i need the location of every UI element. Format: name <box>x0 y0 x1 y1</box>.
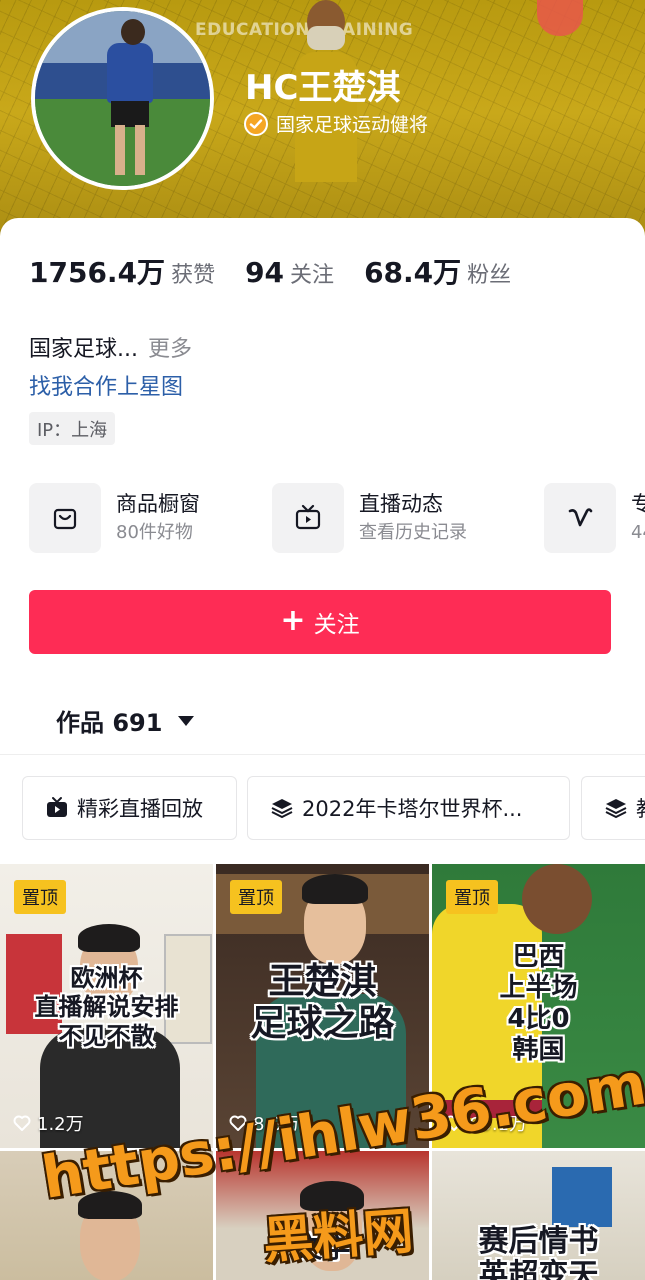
video-thumbnail[interactable]: 置顶 巴西 上半场 4比0 韩国 69.1万 <box>432 864 645 1148</box>
video-thumbnail[interactable]: 置顶 欧洲杯 直播解说安排 不见不散 1.2万 <box>0 864 213 1148</box>
stack-icon <box>605 799 627 819</box>
collection-chip-world-cup[interactable]: 2022年卡塔尔世界杯... <box>247 776 570 840</box>
chip-label: 2022年卡塔尔世界杯... <box>302 797 523 821</box>
video-caption: 巴西 上半场 4比0 韩国 <box>499 942 578 1065</box>
following-count[interactable]: 94 <box>245 256 284 289</box>
avatar[interactable] <box>31 7 214 190</box>
shop-window-entry[interactable]: 商品橱窗 80件好物 <box>29 483 200 553</box>
following-label: 关注 <box>290 263 335 288</box>
caret-down-icon <box>178 715 195 726</box>
video-caption: 欧洲杯 直播解说安排 不见不散 <box>34 964 179 1050</box>
video-thumbnail[interactable]: 赛后情书 英超变天 <box>432 1151 645 1280</box>
live-replay-icon <box>47 797 67 817</box>
pinned-badge: 置顶 <box>14 880 66 914</box>
heart-icon <box>13 1115 31 1131</box>
third-entry[interactable]: 专 44 <box>544 483 645 553</box>
followers-label: 粉丝 <box>467 263 512 288</box>
followers-count[interactable]: 68.4万 <box>364 251 461 291</box>
verification-row: 国家足球运动健将 <box>244 110 428 137</box>
likes-count: 8.8万 <box>253 1114 300 1135</box>
profile-name: HC王楚淇 <box>245 68 401 108</box>
video-thumbnail[interactable] <box>0 1151 213 1280</box>
video-thumbnail[interactable]: 置顶 王楚淇 足球之路 8.8万 <box>216 864 429 1148</box>
shopping-bag-icon <box>29 483 101 553</box>
likes-indicator: 1.2万 <box>12 1110 84 1136</box>
video-thumbnail[interactable]: 文学 <box>216 1151 429 1280</box>
shop-window-title: 商品橱窗 <box>116 492 200 516</box>
bio-text: 国家足球... <box>29 337 138 362</box>
heart-icon <box>445 1115 463 1131</box>
live-history-title: 直播动态 <box>359 492 443 516</box>
bio: 国家足球... 更多 <box>29 331 192 363</box>
third-entry-title: 专 <box>631 492 645 516</box>
collection-chip-live-replay[interactable]: 精彩直播回放 <box>22 776 237 840</box>
plus-icon: + <box>280 602 306 638</box>
heart-icon <box>229 1115 247 1131</box>
video-caption: 文学 <box>294 1231 351 1264</box>
likes-count[interactable]: 1756.4万 <box>29 251 165 291</box>
chip-label: 精彩直播回放 <box>77 797 203 821</box>
likes-count: 69.1万 <box>469 1114 528 1135</box>
likes-label: 获赞 <box>171 263 216 288</box>
stack-icon <box>271 799 293 819</box>
video-caption: 赛后情书 英超变天 <box>478 1224 599 1280</box>
follow-button[interactable]: + 关注 <box>29 590 611 654</box>
divider <box>0 754 645 755</box>
ip-location-tag: IP：上海 <box>29 412 116 445</box>
works-tab[interactable]: 作品 691 <box>56 703 195 738</box>
live-history-subtitle: 查看历史记录 <box>359 522 467 543</box>
pinned-badge: 置顶 <box>446 880 498 914</box>
third-entry-subtitle: 44 <box>631 522 645 543</box>
verification-text: 国家足球运动健将 <box>276 114 429 136</box>
chip-label: 教 <box>636 793 645 823</box>
live-history-entry[interactable]: 直播动态 查看历史记录 <box>272 483 467 553</box>
shop-window-subtitle: 80件好物 <box>116 522 193 543</box>
follow-button-label: 关注 <box>313 612 360 638</box>
likes-indicator: 69.1万 <box>444 1110 527 1136</box>
likes-indicator: 8.8万 <box>228 1110 300 1136</box>
verified-check-icon <box>244 111 268 136</box>
works-label: 作品 691 <box>56 709 163 737</box>
collection-chip-third[interactable]: 教 <box>581 776 645 840</box>
collab-link[interactable]: 找我合作上星图 <box>29 369 183 401</box>
tv-play-icon <box>272 483 344 553</box>
likes-count: 1.2万 <box>37 1114 84 1135</box>
stats-row: 1756.4万 获赞 94 关注 68.4万 粉丝 <box>29 251 541 291</box>
video-caption: 王楚淇 足球之路 <box>250 961 395 1044</box>
bio-more-link[interactable]: 更多 <box>148 337 192 362</box>
pinned-badge: 置顶 <box>230 880 282 914</box>
v-logo-icon <box>544 483 616 553</box>
